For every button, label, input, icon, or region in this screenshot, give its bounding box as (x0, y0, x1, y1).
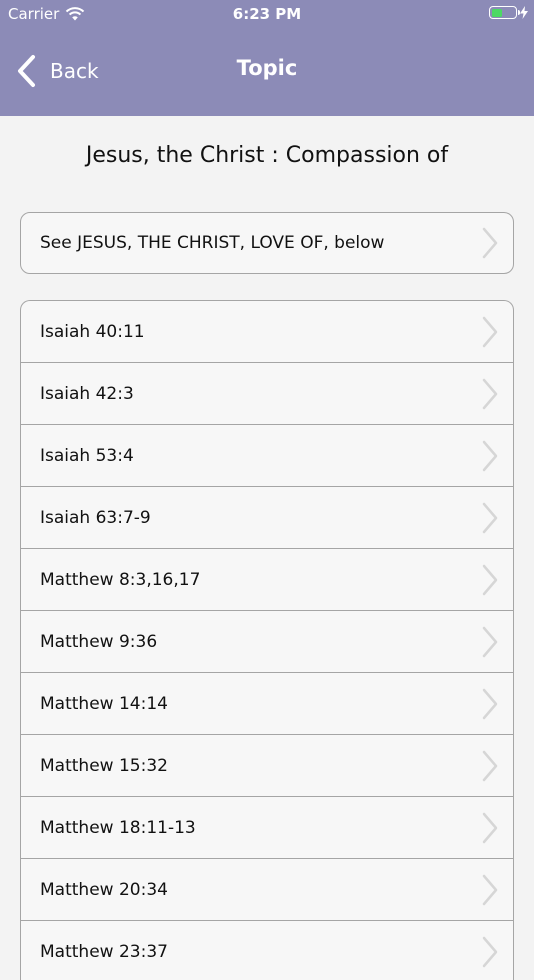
reference-label: Matthew 8:3,16,17 (40, 569, 201, 590)
reference-row[interactable]: Matthew 15:32 (21, 735, 513, 797)
chevron-right-icon (482, 812, 498, 843)
chevron-right-icon (482, 936, 498, 967)
reference-label: Matthew 23:37 (40, 941, 168, 962)
reference-label: Matthew 14:14 (40, 693, 168, 714)
chevron-right-icon (482, 378, 498, 409)
charging-bolt-icon (520, 6, 528, 19)
chevron-right-icon (482, 316, 498, 347)
status-bar: Carrier 6:23 PM (0, 0, 534, 28)
reference-row[interactable]: Isaiah 53:4 (21, 425, 513, 487)
reference-row[interactable]: Matthew 8:3,16,17 (21, 549, 513, 611)
chevron-right-icon (482, 626, 498, 657)
chevron-right-icon (482, 688, 498, 719)
battery-icon (489, 6, 520, 19)
reference-label: Isaiah 40:11 (40, 321, 145, 342)
chevron-right-icon (482, 440, 498, 471)
chevron-right-icon (482, 750, 498, 781)
reference-label: Matthew 18:11-13 (40, 817, 196, 838)
chevron-right-icon (482, 564, 498, 595)
chevron-right-icon (482, 874, 498, 905)
reference-row[interactable]: Matthew 23:37 (21, 921, 513, 980)
battery-indicator (489, 6, 528, 19)
see-also-card: See JESUS, THE CHRIST, LOVE OF, below (20, 212, 514, 274)
reference-row[interactable]: Isaiah 40:11 (21, 301, 513, 363)
reference-label: Isaiah 42:3 (40, 383, 134, 404)
see-also-label: See JESUS, THE CHRIST, LOVE OF, below (40, 233, 385, 253)
status-time: 6:23 PM (232, 5, 302, 23)
reference-row[interactable]: Isaiah 63:7-9 (21, 487, 513, 549)
page-title: Jesus, the Christ : Compassion of (85, 143, 449, 168)
navigation-bar: Carrier 6:23 PM Back Topic (0, 0, 534, 116)
chevron-right-icon (482, 227, 498, 259)
reference-row[interactable]: Matthew 20:34 (21, 859, 513, 921)
reference-label: Matthew 15:32 (40, 755, 168, 776)
reference-label: Matthew 20:34 (40, 879, 168, 900)
reference-row[interactable]: Matthew 9:36 (21, 611, 513, 673)
reference-label: Isaiah 63:7-9 (40, 507, 151, 528)
see-also-row[interactable]: See JESUS, THE CHRIST, LOVE OF, below (21, 213, 513, 273)
reference-row[interactable]: Matthew 18:11-13 (21, 797, 513, 859)
battery-level-fill (491, 8, 502, 17)
reference-row[interactable]: Matthew 14:14 (21, 673, 513, 735)
reference-label: Matthew 9:36 (40, 631, 158, 652)
reference-row[interactable]: Isaiah 42:3 (21, 363, 513, 425)
reference-list: Isaiah 40:11 Isaiah 42:3 Isaiah 53:4 Isa… (20, 300, 514, 980)
nav-title: Topic (236, 56, 298, 80)
chevron-right-icon (482, 502, 498, 533)
reference-label: Isaiah 53:4 (40, 445, 134, 466)
